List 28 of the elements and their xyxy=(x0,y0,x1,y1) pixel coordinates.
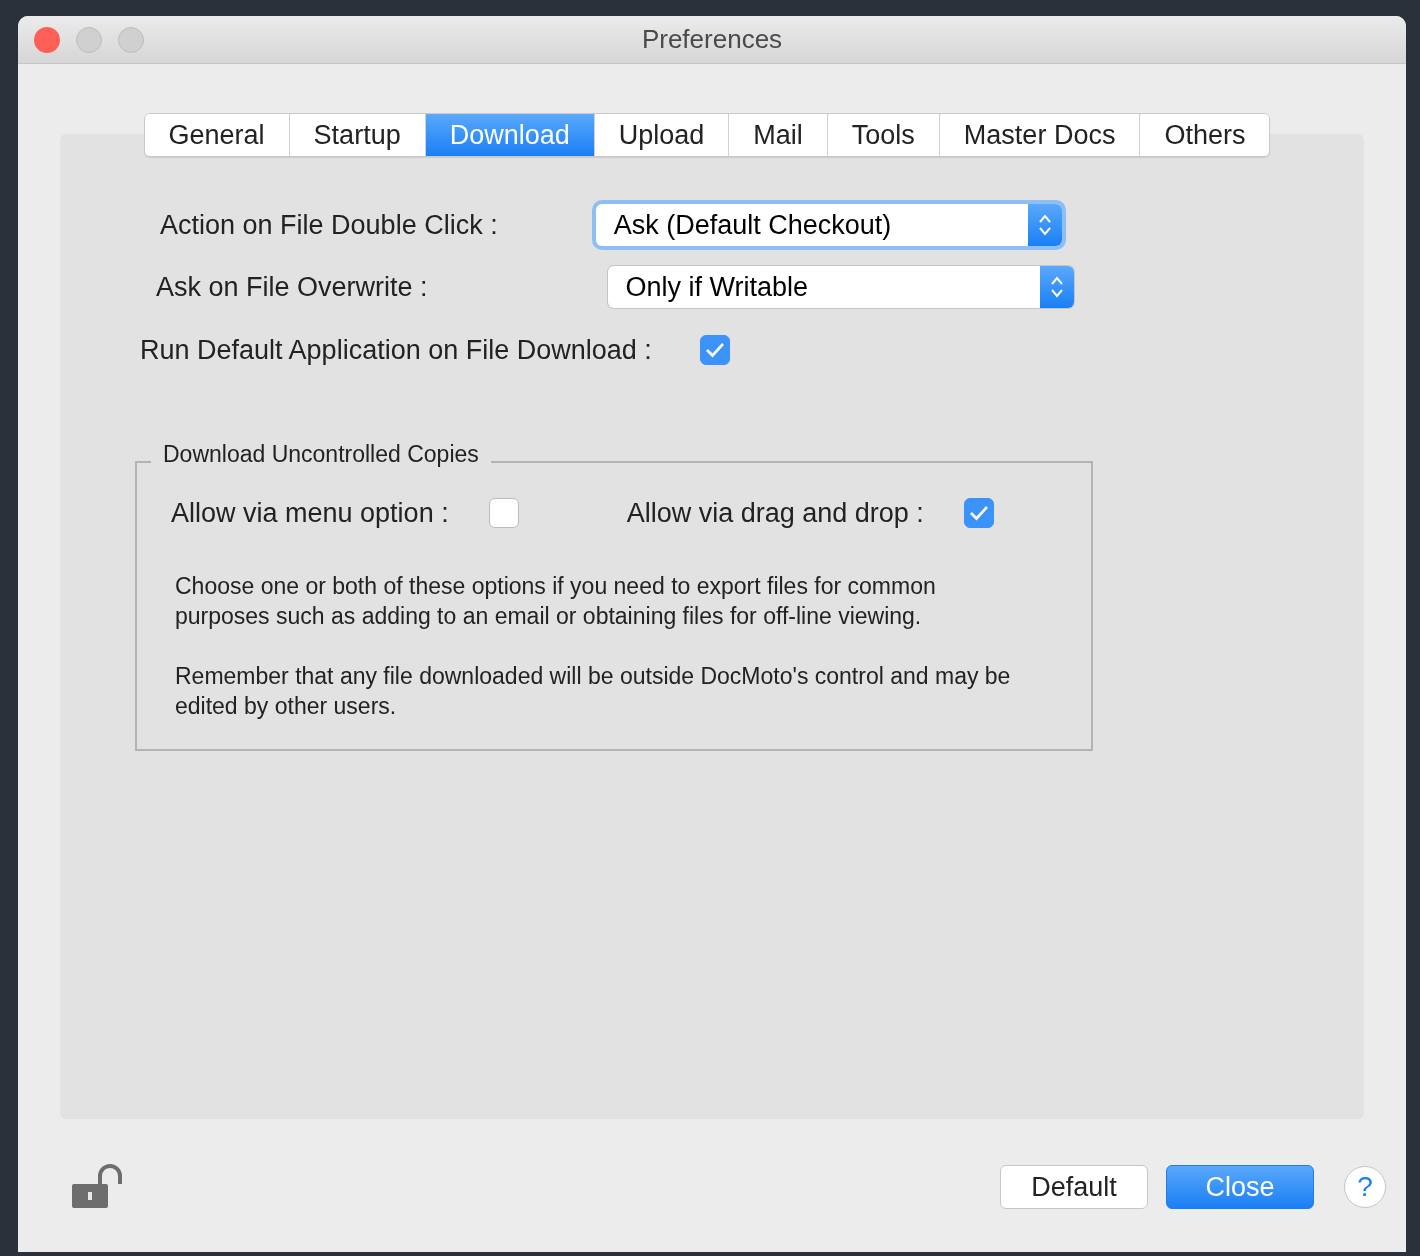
tab[interactable]: Master Docs xyxy=(939,114,1141,156)
zoom-window-button[interactable] xyxy=(118,26,144,53)
checkbox[interactable] xyxy=(488,497,519,528)
window-title: Preferences xyxy=(641,23,783,56)
tab[interactable]: Others xyxy=(1140,114,1270,156)
minimize-window-button[interactable] xyxy=(76,26,102,53)
tab[interactable]: Upload xyxy=(594,114,730,156)
checkmark-icon xyxy=(704,342,725,359)
stepper-arrows-icon xyxy=(1036,212,1053,238)
close-window-button[interactable] xyxy=(34,26,60,53)
dropdown[interactable]: Only if Writable xyxy=(607,266,1074,308)
option-label: Allow via menu option : xyxy=(171,496,449,530)
setting-label: Ask on File Overwrite : xyxy=(156,270,428,304)
setting-label: Action on File Double Click : xyxy=(160,208,498,242)
stepper-arrows-icon xyxy=(1048,274,1065,300)
tab[interactable]: Mail xyxy=(729,114,828,156)
checkbox[interactable] xyxy=(699,335,730,366)
tab[interactable]: General xyxy=(144,114,290,156)
checkmark-icon xyxy=(968,504,989,521)
setting-label: Run Default Application on File Download : xyxy=(140,334,652,367)
description-text: Remember that any file downloaded will be outside DocMoto's control and may be edited by other users. xyxy=(175,662,1012,721)
option-label: Allow via drag and drop : xyxy=(626,496,924,530)
tab[interactable]: Startup xyxy=(289,114,426,156)
tab[interactable]: Tools xyxy=(827,114,940,156)
dialog-button[interactable]: Default xyxy=(1000,1165,1148,1209)
description-text: Choose one or both of these options if you need to export files for common purposes such as adding to an email or obtaining files for off-line viewing. xyxy=(175,572,937,631)
help-button[interactable]: ? xyxy=(1344,1166,1386,1208)
checkbox[interactable] xyxy=(963,497,994,528)
